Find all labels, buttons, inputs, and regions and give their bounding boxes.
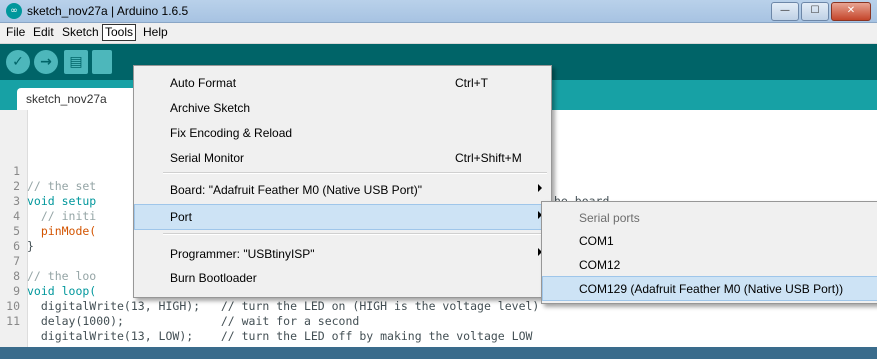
menu-item-auto-format[interactable]: Auto Format Ctrl+T	[135, 71, 549, 95]
menu-item-label: Burn Bootloader	[170, 271, 257, 285]
code-text: void loop(	[27, 284, 97, 298]
menu-bar: File Edit Sketch Tools Help	[0, 23, 877, 44]
code-text: // the set	[27, 179, 97, 193]
port-submenu: Serial ports COM1 COM12 COM129 (Adafruit…	[541, 201, 877, 304]
title-bar: ∞ sketch_nov27a | Arduino 1.6.5 — ☐ ✕	[0, 0, 877, 23]
menu-item-shortcut: Ctrl+Shift+M	[455, 151, 522, 165]
menu-item-label: Fix Encoding & Reload	[170, 126, 293, 140]
port-option-com1[interactable]: COM1	[543, 229, 877, 252]
menu-item-label: Port	[170, 210, 193, 224]
submenu-arrow-icon	[538, 184, 542, 192]
tools-menu: Auto Format Ctrl+T Archive Sketch Fix En…	[133, 65, 552, 298]
code-text: pinMode(	[27, 224, 97, 238]
arduino-logo-icon: ∞	[6, 3, 22, 19]
code-text: void setup	[27, 194, 97, 208]
menu-item-label: Serial Monitor	[170, 151, 245, 165]
code-line: 9 digitalWrite(13, HIGH); // turn the LE…	[0, 269, 539, 313]
code-text: }	[27, 239, 34, 253]
code-text: delay(1000); // wait for a second	[27, 314, 360, 328]
new-icon[interactable]: ▤	[64, 50, 88, 74]
menu-item-serial-monitor[interactable]: Serial Monitor Ctrl+Shift+M	[135, 146, 549, 170]
port-option-label: COM12	[579, 258, 621, 272]
menu-item-shortcut: Ctrl+T	[455, 76, 488, 90]
verify-icon[interactable]: ✓	[6, 50, 30, 74]
menu-edit[interactable]: Edit	[31, 25, 56, 40]
code-text: // the loo	[27, 269, 97, 283]
port-option-label: COM129 (Adafruit Feather M0 (Native USB …	[579, 282, 844, 296]
menu-item-label: Auto Format	[170, 76, 237, 90]
submenu-header-label: Serial ports	[579, 211, 640, 225]
menu-item-board[interactable]: Board: "Adafruit Feather M0 (Native USB …	[135, 178, 549, 202]
menu-item-burn-bootloader[interactable]: Burn Bootloader	[135, 266, 549, 290]
window-title: sketch_nov27a | Arduino 1.6.5	[27, 4, 189, 18]
code-text: digitalWrite(13, HIGH); // turn the LED …	[27, 299, 540, 313]
menu-item-port[interactable]: Port	[134, 204, 550, 230]
code-line: 2 void setup	[0, 164, 96, 208]
menu-item-label: Board: "Adafruit Feather M0 (Native USB …	[170, 183, 422, 197]
code-line: 5 }	[0, 209, 34, 253]
window-controls: — ☐ ✕	[771, 2, 871, 21]
line-number: 11	[6, 314, 20, 328]
menu-item-fix-encoding[interactable]: Fix Encoding & Reload	[135, 121, 549, 145]
code-line: 4 pinMode(	[0, 194, 96, 238]
menu-sketch[interactable]: Sketch	[60, 25, 101, 40]
code-text: digitalWrite(13, LOW); // turn the LED o…	[27, 329, 533, 343]
menu-item-label: Archive Sketch	[170, 101, 251, 115]
port-option-com129[interactable]: COM129 (Adafruit Feather M0 (Native USB …	[542, 276, 877, 301]
close-button[interactable]: ✕	[831, 2, 871, 21]
menu-separator	[163, 233, 547, 235]
menu-item-label: Programmer: "USBtinyISP"	[170, 247, 315, 261]
port-option-com12[interactable]: COM12	[543, 253, 877, 276]
menu-separator	[163, 172, 547, 174]
upload-icon[interactable]: →	[34, 50, 58, 74]
code-line: 3 // initi	[0, 179, 96, 223]
minimize-button[interactable]: —	[771, 2, 799, 21]
menu-help[interactable]: Help	[141, 25, 170, 40]
menu-tools[interactable]: Tools	[102, 24, 137, 41]
menu-item-archive-sketch[interactable]: Archive Sketch	[135, 96, 549, 120]
menu-file[interactable]: File	[4, 25, 27, 40]
code-text: // initi	[27, 209, 97, 223]
open-icon[interactable]	[92, 50, 112, 74]
maximize-button[interactable]: ☐	[801, 2, 829, 21]
code-line: 11 digitalWrite(13, LOW); // turn the LE…	[0, 299, 532, 343]
code-line: 10 delay(1000); // wait for a second	[0, 284, 359, 328]
port-option-label: COM1	[579, 234, 614, 248]
submenu-header: Serial ports	[543, 206, 877, 229]
code-line: 7 // the loo	[0, 239, 96, 283]
code-line: 8 void loop(	[0, 254, 96, 298]
menu-item-programmer[interactable]: Programmer: "USBtinyISP"	[135, 242, 549, 266]
code-line: 6	[0, 224, 28, 253]
